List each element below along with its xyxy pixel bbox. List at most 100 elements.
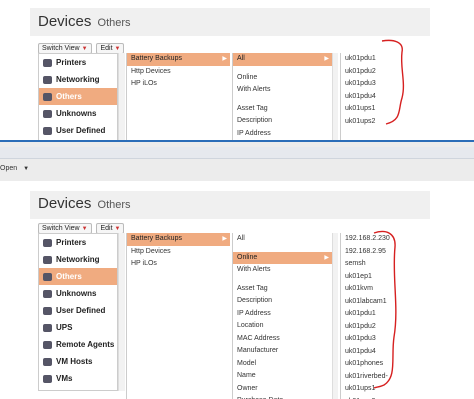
page-title: Devices Others <box>38 195 131 212</box>
filter-status-item[interactable]: With Alerts <box>233 84 332 97</box>
category-item-others[interactable]: Others <box>39 268 117 285</box>
filter-field-item[interactable]: Asset Tag <box>233 283 332 296</box>
subcategory-item-label: Battery Backups <box>131 55 182 62</box>
subcategory-item[interactable]: HP iLOs <box>127 258 230 271</box>
filter-field-label: IP Address <box>237 129 271 137</box>
device-item[interactable]: uk01ups1 <box>341 103 438 116</box>
device-item[interactable]: uk01pdu3 <box>341 78 438 91</box>
device-item[interactable]: uk01pdu3 <box>341 333 438 346</box>
subcategory-item[interactable]: Battery Backups ▶ <box>127 233 230 246</box>
filter-status-item[interactable]: Online <box>233 72 332 85</box>
category-item-user-defined[interactable]: User Defined <box>39 122 117 139</box>
device-item-label: uk01pdu4 <box>345 92 376 100</box>
filter-status-label: With Alerts <box>237 86 271 93</box>
category-label: Others <box>56 92 82 101</box>
category-item-networking[interactable]: Networking <box>39 251 117 268</box>
filter-field-item[interactable]: Owner <box>233 383 332 396</box>
category-item-unknowns[interactable]: Unknowns <box>39 105 117 122</box>
filter-field-item[interactable]: Description <box>233 115 332 128</box>
filter-field-group: Asset TagDescriptionIP AddressLocation <box>233 103 332 141</box>
category-label: Networking <box>56 75 100 84</box>
category-item-printers[interactable]: Printers <box>39 234 117 251</box>
title-text: Devices <box>38 13 92 30</box>
toolbar-strip <box>0 147 474 159</box>
filter-all[interactable]: All <box>233 233 332 246</box>
filter-field-item[interactable]: Name <box>233 370 332 383</box>
switch-view-label: Switch View <box>42 45 80 52</box>
device-item[interactable]: uk01pdu1 <box>341 53 438 66</box>
category-label: Networking <box>56 255 100 264</box>
device-item[interactable]: uk01riverbed- <box>341 371 438 384</box>
device-item[interactable]: uk01ep1 <box>341 271 438 284</box>
filter-scrollbar[interactable] <box>332 233 338 399</box>
device-item[interactable]: 192.168.2.230 <box>341 233 438 246</box>
filter-status-label: Online <box>237 73 258 81</box>
filter-field-label: IP Address <box>237 309 271 317</box>
subcategory-item[interactable]: Http Devices <box>127 246 230 259</box>
device-item[interactable]: uk01ups1 <box>341 383 438 396</box>
device-item-label: uk01pdu1 <box>345 310 376 317</box>
device-item[interactable]: 192.168.2.95 <box>341 246 438 259</box>
subcategory-item[interactable]: Battery Backups ▶ <box>127 53 230 66</box>
device-item-label: uk01ups1 <box>345 105 376 112</box>
user-defined-icon <box>43 306 52 315</box>
filter-field-label: Description <box>237 297 273 304</box>
category-scrollbar[interactable] <box>118 233 125 391</box>
filter-column: All ▶ Online With Alerts Asset Tag Descriptio… <box>232 53 332 140</box>
filter-field-item[interactable]: Description <box>233 295 332 308</box>
vm-host-icon <box>43 357 52 366</box>
filter-field-item[interactable]: Location <box>233 320 332 333</box>
device-item-label: uk01labcam1 <box>345 297 387 305</box>
filter-field-item[interactable]: MAC Address <box>233 333 332 346</box>
filter-column: All Online ▶ With Alerts Asset Tag Descriptio… <box>232 233 332 399</box>
subcategory-item[interactable]: Http Devices <box>127 66 230 79</box>
remote-agent-icon <box>43 340 52 349</box>
device-item[interactable]: uk01kvm <box>341 283 438 296</box>
filter-field-group: Asset Tag Description IP Address Location MA… <box>233 283 332 399</box>
printer-icon <box>43 238 52 247</box>
device-item[interactable]: uk01ups2 <box>341 116 438 129</box>
filter-status-item[interactable]: Online ▶ <box>233 251 332 264</box>
category-item-ups[interactable]: UPS <box>39 319 117 336</box>
category-item-user-defined[interactable]: User Defined <box>39 302 117 319</box>
category-item-vms[interactable]: VMs <box>39 370 117 387</box>
filter-field-item[interactable]: Purchase Date <box>233 395 332 399</box>
device-item[interactable]: uk01pdu2 <box>341 66 438 79</box>
category-scrollbar[interactable] <box>118 53 125 140</box>
subcategory-item[interactable]: HP iLOs <box>127 78 230 91</box>
device-item[interactable]: uk01pdu1 <box>341 308 438 321</box>
filter-all[interactable]: All ▶ <box>233 53 332 66</box>
switch-view-label: Switch View <box>42 225 80 232</box>
filter-field-item[interactable]: Model <box>233 358 332 371</box>
device-item[interactable]: uk01phones <box>341 358 438 371</box>
device-item[interactable]: uk01ups2 <box>341 396 438 399</box>
chevron-right-icon: ▶ <box>324 254 329 261</box>
open-menu[interactable]: Open ▼ <box>0 165 29 172</box>
filter-field-label: Model <box>237 359 257 367</box>
category-item-remote-agents[interactable]: Remote Agents <box>39 336 117 353</box>
filter-scrollbar[interactable] <box>332 53 338 140</box>
filter-status-item[interactable]: With Alerts <box>233 264 332 277</box>
chevron-right-icon: ▶ <box>324 56 329 62</box>
filter-field-item[interactable]: Asset Tag <box>233 103 332 116</box>
device-item[interactable]: uk01labcam1 <box>341 296 438 309</box>
filter-field-item[interactable]: IP Address <box>233 308 332 321</box>
device-item[interactable]: uk01pdu4 <box>341 346 438 359</box>
chevron-right-icon: ▶ <box>222 56 227 62</box>
filter-field-item[interactable]: Manufacturer <box>233 345 332 358</box>
category-label: Printers <box>56 238 87 247</box>
device-item-label: uk01pdu3 <box>345 335 376 342</box>
device-item[interactable]: uk01pdu4 <box>341 91 438 104</box>
category-item-networking[interactable]: Networking <box>39 71 117 88</box>
filter-field-item[interactable]: IP Address <box>233 128 332 141</box>
device-item-label: uk01phones <box>345 360 384 367</box>
subtitle-text: Others <box>97 17 131 29</box>
folder-icon <box>43 92 52 101</box>
category-item-unknowns[interactable]: Unknowns <box>39 285 117 302</box>
category-item-others[interactable]: Others <box>39 88 117 105</box>
category-item-printers[interactable]: Printers <box>39 54 117 71</box>
device-item[interactable]: uk01pdu2 <box>341 321 438 334</box>
category-item-vm-hosts[interactable]: VM Hosts <box>39 353 117 370</box>
device-item[interactable]: semsh <box>341 258 438 271</box>
chevron-down-icon: ▼ <box>114 226 121 232</box>
